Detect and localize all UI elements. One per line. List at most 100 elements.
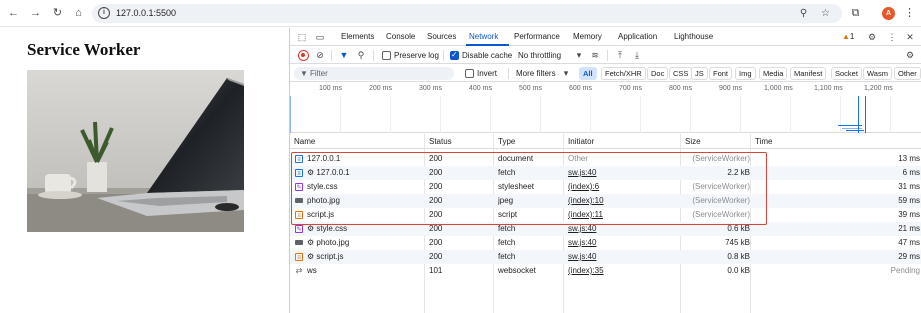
gridline — [340, 96, 341, 133]
filter-chip-other[interactable]: Other — [894, 67, 921, 80]
filter-chip-css[interactable]: CSS — [669, 67, 693, 80]
request-initiator[interactable]: sw.js:40 — [568, 238, 596, 247]
request-initiator[interactable]: (index):11 — [568, 210, 603, 219]
browser-toolbar: ← → ↻ ⌂ i 127.0.0.1:5500 ⚲ ☆ ⧉ A ⋮ — [0, 0, 921, 27]
network-request-row[interactable]: photo.jpg 200 jpeg (index):10 (ServiceWorker… — [290, 194, 921, 208]
more-filters-dropdown[interactable]: More filters — [516, 69, 556, 78]
avatar[interactable]: A — [882, 7, 895, 20]
request-size: 745 kB — [725, 238, 750, 247]
tab-memory[interactable]: Memory — [573, 32, 602, 41]
address-bar[interactable]: i 127.0.0.1:5500 ⚲ ☆ — [92, 4, 842, 23]
import-har-icon[interactable]: ⤒ — [614, 49, 626, 61]
filter-input-box[interactable]: ▼ — [294, 67, 454, 80]
network-request-row[interactable]: ≡ ⚙ script.js 200 fetch sw.js:40 0.8 kB 29 ms — [290, 250, 921, 264]
network-request-row[interactable]: ⚙ photo.jpg 200 fetch sw.js:40 745 kB 47 ms — [290, 236, 921, 250]
record-icon[interactable] — [298, 50, 309, 61]
forward-arrow-icon[interactable]: → — [28, 6, 43, 21]
divider — [443, 50, 444, 61]
tick-label: 700 ms — [619, 85, 642, 92]
network-request-row[interactable]: ≡ script.js 200 script (index):11 (ServiceWor… — [290, 208, 921, 222]
close-icon[interactable]: ✕ — [904, 31, 916, 43]
filter-chip-all[interactable]: All — [579, 67, 597, 80]
filter-chip-font[interactable]: Font — [709, 67, 733, 80]
filter-chip-img[interactable]: Img — [735, 67, 756, 80]
request-initiator[interactable]: (index):35 — [568, 266, 604, 275]
dom-content-loaded-marker — [858, 96, 859, 133]
tab-network[interactable]: Network — [469, 32, 498, 41]
filter-chip-doc[interactable]: Doc — [647, 67, 669, 80]
filter-chip-fetch-xhr[interactable]: Fetch/XHR — [601, 67, 646, 80]
settings-gear-icon[interactable]: ⚙ — [866, 31, 878, 43]
filter-chip-media[interactable]: Media — [759, 67, 788, 80]
site-info-icon[interactable]: i — [98, 7, 110, 19]
tab-lighthouse[interactable]: Lighthouse — [674, 32, 713, 41]
request-initiator[interactable]: sw.js:40 — [568, 224, 596, 233]
devtools-panel: ⬚ ▭ Elements Console Sources Network Per… — [289, 28, 921, 313]
filter-input[interactable] — [310, 67, 450, 80]
kebab-menu-icon[interactable]: ⋮ — [902, 6, 917, 21]
request-initiator[interactable]: sw.js:40 — [568, 252, 596, 261]
tab-console[interactable]: Console — [386, 32, 415, 41]
active-tab-indicator — [466, 44, 509, 46]
request-type: jpeg — [498, 196, 514, 205]
warning-icon: ▲ — [842, 32, 850, 41]
filter-chip-js[interactable]: JS — [691, 67, 708, 80]
network-conditions-icon[interactable]: ≋ — [589, 49, 601, 61]
filter-funnel-icon[interactable]: ▼ — [338, 49, 350, 61]
websocket-file-icon: ⇄ — [295, 266, 303, 275]
column-status[interactable]: Status — [429, 137, 452, 146]
export-har-icon[interactable]: ⤓ — [631, 49, 643, 61]
request-initiator[interactable]: (index):10 — [568, 196, 604, 205]
column-size[interactable]: Size — [685, 137, 701, 146]
gridline — [590, 96, 591, 133]
clear-icon[interactable]: ⊘ — [314, 49, 326, 61]
disable-cache-checkbox[interactable] — [450, 50, 459, 60]
tab-application[interactable]: Application — [618, 32, 657, 41]
tab-elements[interactable]: Elements — [341, 32, 374, 41]
dropdown-caret-icon[interactable]: ▾ — [560, 67, 572, 79]
inspect-element-icon[interactable]: ⬚ — [296, 31, 308, 43]
doc-file-icon: ≡ — [295, 155, 303, 163]
preserve-log-checkbox[interactable] — [382, 51, 391, 60]
column-type[interactable]: Type — [498, 137, 515, 146]
throttling-select[interactable]: No throttling — [518, 51, 561, 60]
request-status: 200 — [429, 210, 443, 219]
network-request-row[interactable]: ≡ 127.0.0.1 200 document Other (ServiceWorker… — [290, 152, 921, 166]
request-name: ⚙ photo.jpg — [307, 238, 350, 247]
device-toolbar-icon[interactable]: ▭ — [314, 31, 326, 43]
divider — [508, 68, 509, 79]
request-initiator[interactable]: (index):6 — [568, 182, 599, 191]
dropdown-caret-icon[interactable]: ▾ — [573, 49, 585, 61]
gridline — [540, 96, 541, 133]
filter-chip-manifest[interactable]: Manifest — [790, 67, 827, 80]
back-arrow-icon[interactable]: ← — [6, 6, 21, 21]
search-icon[interactable]: ⚲ — [355, 49, 367, 61]
request-initiator[interactable]: sw.js:40 — [568, 168, 596, 177]
tab-sources[interactable]: Sources — [427, 32, 456, 41]
request-name: style.css — [307, 182, 338, 191]
home-icon[interactable]: ⌂ — [71, 6, 86, 21]
column-time[interactable]: Time — [755, 137, 772, 146]
filter-chip-socket[interactable]: Socket — [831, 67, 862, 80]
network-request-row[interactable]: ✎ style.css 200 stylesheet (index):6 (Service… — [290, 180, 921, 194]
tab-performance[interactable]: Performance — [514, 32, 560, 41]
network-settings-icon[interactable]: ⚙ — [904, 49, 916, 61]
zoom-search-icon[interactable]: ⚲ — [797, 7, 810, 20]
timeline-overview[interactable]: 100 ms 200 ms 300 ms 400 ms 500 ms 600 m… — [290, 83, 921, 133]
devtools-menu-icon[interactable]: ⋮ — [886, 31, 898, 43]
warning-badge[interactable]: ▲1 — [842, 32, 854, 41]
bookmark-star-icon[interactable]: ☆ — [819, 7, 832, 20]
tick-label: 300 ms — [419, 85, 442, 92]
tick-label: 1,200 ms — [864, 85, 893, 92]
network-request-row[interactable]: ≡ ⚙ 127.0.0.1 200 fetch sw.js:40 2.2 kB 6 ms — [290, 166, 921, 180]
reload-icon[interactable]: ↻ — [50, 6, 65, 21]
network-request-row[interactable]: ✎ ⚙ style.css 200 fetch sw.js:40 0.6 kB 21 ms — [290, 222, 921, 236]
column-initiator[interactable]: Initiator — [568, 137, 594, 146]
invert-checkbox[interactable] — [465, 69, 474, 78]
column-name[interactable]: Name — [294, 137, 315, 146]
network-request-row[interactable]: ⇄ ws 101 websocket (index):35 0.0 kB Pending — [290, 264, 921, 278]
filter-chip-wasm[interactable]: Wasm — [863, 67, 892, 80]
url-text[interactable]: 127.0.0.1:5500 — [116, 8, 176, 18]
extensions-icon[interactable]: ⧉ — [848, 6, 863, 21]
request-time: Pending — [890, 266, 920, 275]
